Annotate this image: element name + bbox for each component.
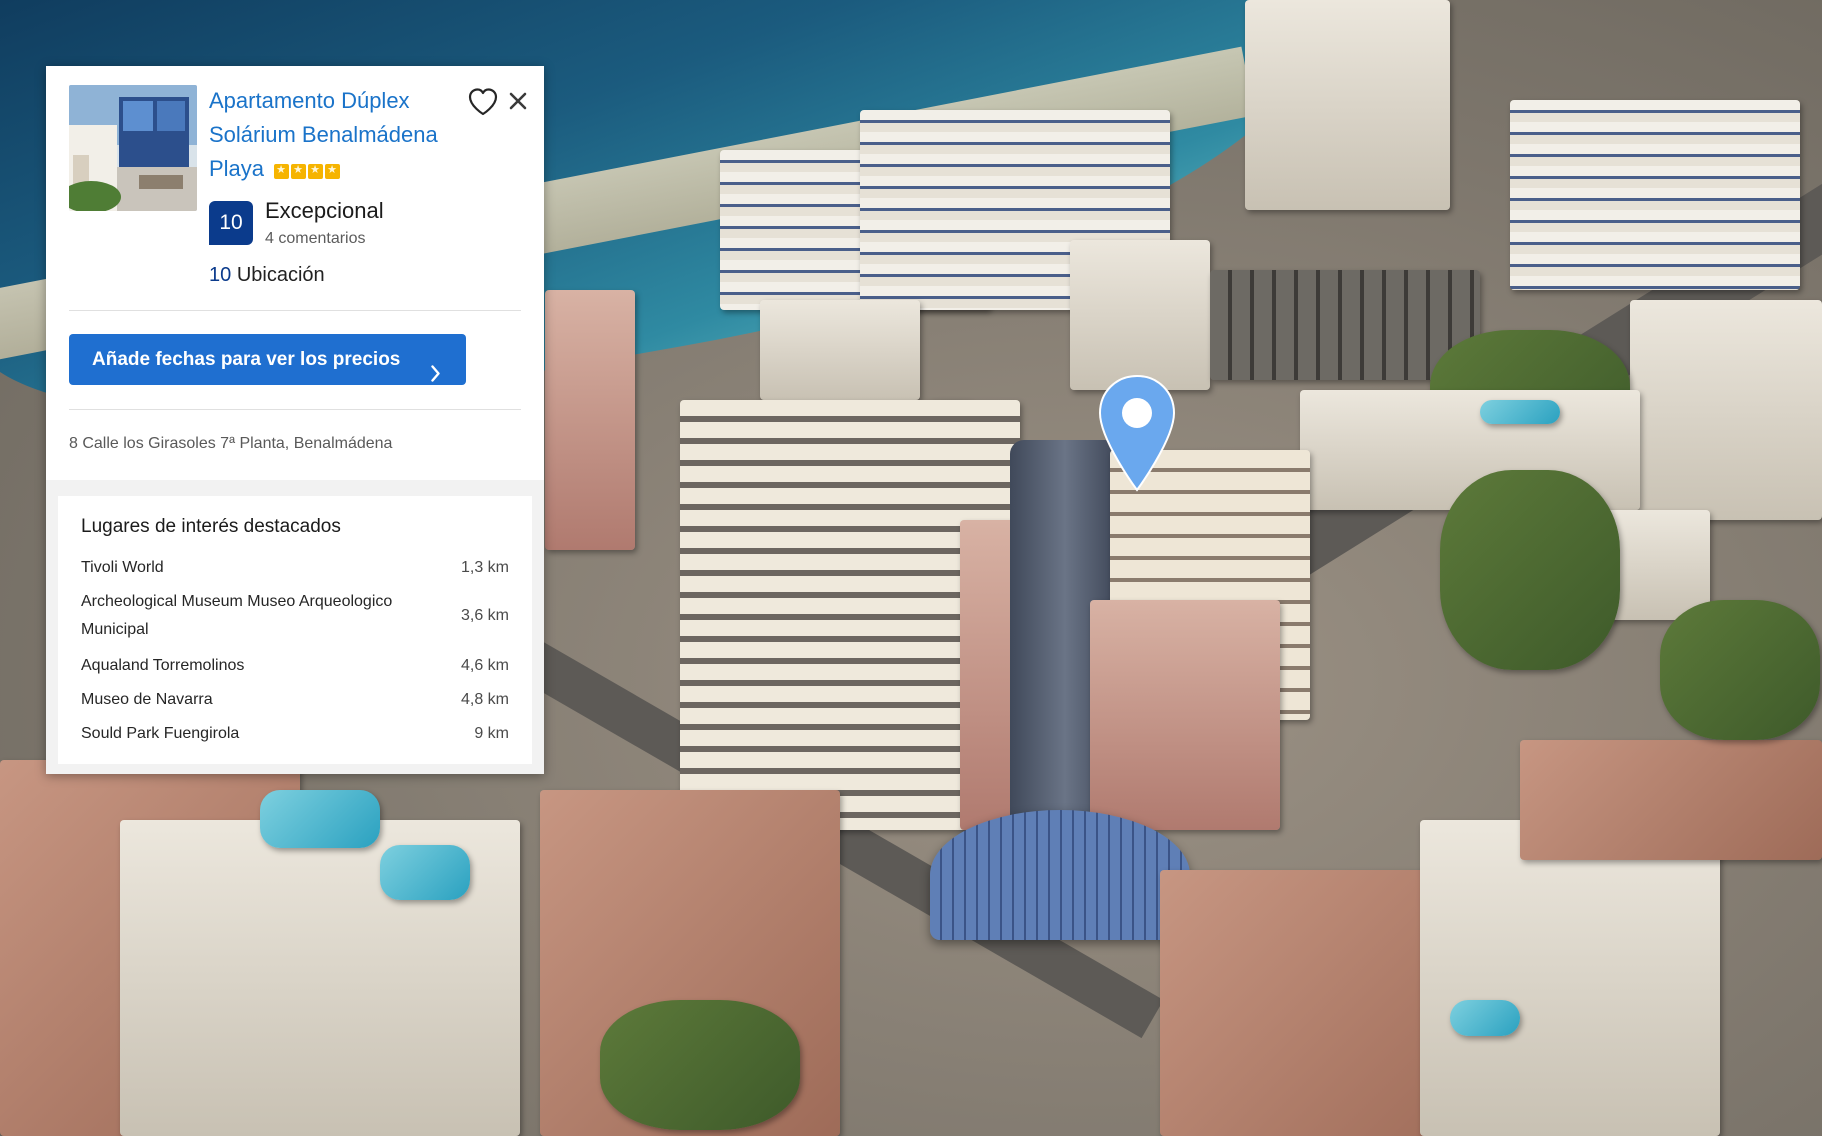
residential-block [1420,820,1720,1136]
chevron-right-icon [431,351,440,382]
star-icon [308,163,324,179]
star-icon [274,163,290,179]
location-score: 10 Ubicación [209,264,325,287]
glass-dome [930,810,1190,940]
review-score-label: Excepcional [265,198,384,223]
close-icon[interactable] [506,89,530,113]
property-address: 8 Calle los Girasoles 7ª Planta, Benalmá… [69,435,393,452]
garden [1440,470,1620,670]
property-info-card: Apartamento Dúplex Solárium Benalmádena … [46,66,544,774]
pool [380,845,470,900]
palm-trees [600,1000,800,1130]
poi-distance: 1,3 km [460,559,509,576]
residential-block [1520,740,1822,860]
poi-distance: 9 km [474,725,509,742]
pool [1480,400,1560,424]
property-summary: Apartamento Dúplex Solárium Benalmádena … [46,66,544,480]
poi-name: Sould Park Fuengirola [81,725,240,742]
location-score-value: 10 [209,264,232,286]
poi-item: Tivoli World 1,3 km [81,554,509,582]
poi-item: Archeological Museum Museo Arqueologico … [81,588,509,644]
points-of-interest-panel: Lugares de interés destacados Tivoli Wor… [58,496,532,764]
pool [1450,1000,1520,1036]
poi-name: Archeological Museum Museo Arqueologico … [81,593,393,638]
divider [69,409,521,410]
review-score-badge: 10 [209,201,253,245]
star-icon [325,163,341,179]
property-photo[interactable] [69,85,197,211]
poi-name: Museo de Navarra [81,691,213,708]
building [760,300,920,400]
poi-item: Sould Park Fuengirola 9 km [81,720,509,748]
add-dates-button-label: Añade fechas para ver los precios [92,349,401,370]
property-title[interactable]: Apartamento Dúplex Solárium Benalmádena … [209,84,469,187]
add-dates-button[interactable]: Añade fechas para ver los precios [69,334,466,385]
poi-distance: 4,8 km [460,691,509,708]
building [1245,0,1450,210]
poi-name: Aqualand Torremolinos [81,657,245,674]
building [1090,600,1280,830]
poi-distance: 4,6 km [460,657,509,674]
location-score-label: Ubicación [236,264,325,286]
poi-name: Tivoli World [81,559,164,576]
building [1510,100,1800,290]
pool [260,790,380,848]
poi-distance: 3,6 km [460,607,509,624]
star-icon [291,163,307,179]
building [1630,300,1822,520]
star-rating [274,153,342,187]
heart-icon[interactable] [466,85,500,119]
map-pin-icon[interactable] [1098,374,1176,492]
building [545,290,635,550]
trees [1660,600,1820,740]
building [1070,240,1210,390]
review-count[interactable]: 4 comentarios [265,230,366,248]
divider [69,310,521,311]
poi-item: Museo de Navarra 4,8 km [81,686,509,714]
poi-item: Aqualand Torremolinos 4,6 km [81,652,509,680]
points-of-interest-title: Lugares de interés destacados [81,516,341,537]
